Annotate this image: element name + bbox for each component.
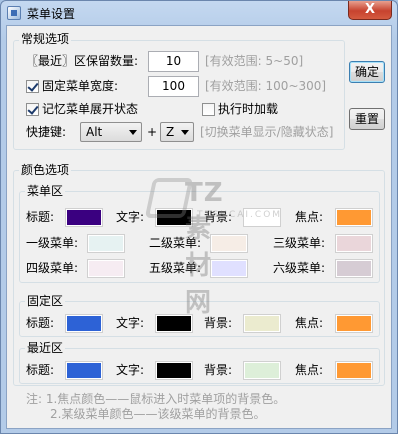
ok-button[interactable]: 确定	[349, 61, 385, 83]
hotkey-label: 快捷键:	[26, 125, 67, 139]
dialog-body: 常规选项 〖最近〗区保留数量: 10 [有效范围: 5~50] 固定菜单宽度: …	[6, 25, 392, 429]
menu-title-label: 标题:	[26, 210, 55, 224]
level4-color-swatch[interactable]	[87, 259, 125, 278]
menu-text-label: 文字:	[116, 210, 145, 224]
fixed-focus-label: 焦点:	[295, 316, 324, 330]
settings-window: 菜单设置 X 常规选项 〖最近〗区保留数量: 10 [有效范围: 5~50] 固…	[0, 0, 398, 434]
fixed-text-label: 文字:	[116, 316, 145, 330]
note-line-2: 2.某级菜单颜色——该级菜单的背景色。	[50, 407, 266, 421]
chevron-down-icon	[129, 130, 137, 135]
load-on-run-checkbox[interactable]	[202, 103, 215, 116]
load-on-run-label[interactable]: 执行时加载	[218, 101, 278, 117]
fixed-title-color-swatch[interactable]	[65, 314, 103, 333]
recent-title-label: 标题:	[26, 363, 55, 377]
close-button[interactable]: X	[348, 1, 392, 20]
fixed-width-input[interactable]: 100	[148, 76, 199, 97]
window-title: 菜单设置	[27, 7, 76, 21]
watermark-brand: TZ素材网	[185, 178, 224, 318]
remember-expand-label[interactable]: 记忆菜单展开状态	[42, 101, 138, 117]
menu-focus-label: 焦点:	[295, 210, 324, 224]
hotkey-key-select[interactable]: Z	[160, 122, 194, 142]
menu-title-color-swatch[interactable]	[65, 208, 103, 227]
fixed-area-label: 固定区	[25, 294, 66, 308]
fixed-width-hint: [有效范围: 100~300]	[205, 79, 327, 93]
recent-count-input[interactable]: 10	[148, 51, 199, 72]
menu-focus-color-swatch[interactable]	[335, 208, 373, 227]
level4-label: 四级菜单:	[26, 261, 79, 275]
level6-label: 六级菜单:	[273, 261, 326, 275]
recent-text-color-swatch[interactable]	[155, 361, 193, 380]
color-options-label: 颜色选项	[19, 163, 72, 177]
chevron-down-icon	[181, 130, 189, 135]
fixed-title-label: 标题:	[26, 316, 55, 330]
level3-label: 三级菜单:	[273, 236, 326, 250]
reset-button[interactable]: 重置	[349, 108, 385, 130]
fixed-width-checkbox[interactable]	[26, 80, 39, 93]
hotkey-key-value: Z	[166, 125, 175, 139]
fixed-width-label[interactable]: 固定菜单宽度:	[42, 78, 118, 94]
level1-color-swatch[interactable]	[87, 234, 125, 253]
note-line-1: 注: 1.焦点颜色——鼠标进入时菜单项的背景色。	[26, 392, 286, 406]
menu-area-label: 菜单区	[25, 184, 66, 198]
hotkey-modifier-value: Alt	[86, 125, 103, 139]
recent-focus-label: 焦点:	[295, 363, 324, 377]
recent-bg-label: 背景:	[204, 363, 233, 377]
level1-label: 一级菜单:	[26, 236, 79, 250]
recent-title-color-swatch[interactable]	[65, 361, 103, 380]
recent-area-label: 最近区	[25, 341, 66, 355]
recent-bg-color-swatch[interactable]	[243, 361, 281, 380]
recent-text-label: 文字:	[116, 363, 145, 377]
general-options-label: 常规选项	[19, 32, 72, 46]
hotkey-plus: +	[147, 125, 158, 139]
fixed-bg-color-swatch[interactable]	[243, 314, 281, 333]
level6-color-swatch[interactable]	[335, 259, 373, 278]
watermark-url: TZSUCAI.COM	[197, 210, 283, 220]
hotkey-modifier-select[interactable]: Alt	[80, 122, 142, 142]
recent-count-label: 〖最近〗区保留数量:	[26, 54, 139, 68]
hotkey-hint: [切换菜单显示/隐藏状态]	[200, 125, 334, 139]
fixed-focus-color-swatch[interactable]	[335, 314, 373, 333]
remember-expand-checkbox[interactable]	[26, 103, 39, 116]
level3-color-swatch[interactable]	[335, 234, 373, 253]
app-icon	[7, 6, 21, 20]
recent-count-hint: [有效范围: 5~50]	[205, 54, 304, 68]
recent-focus-color-swatch[interactable]	[335, 361, 373, 380]
title-bar[interactable]: 菜单设置 X	[1, 1, 397, 25]
